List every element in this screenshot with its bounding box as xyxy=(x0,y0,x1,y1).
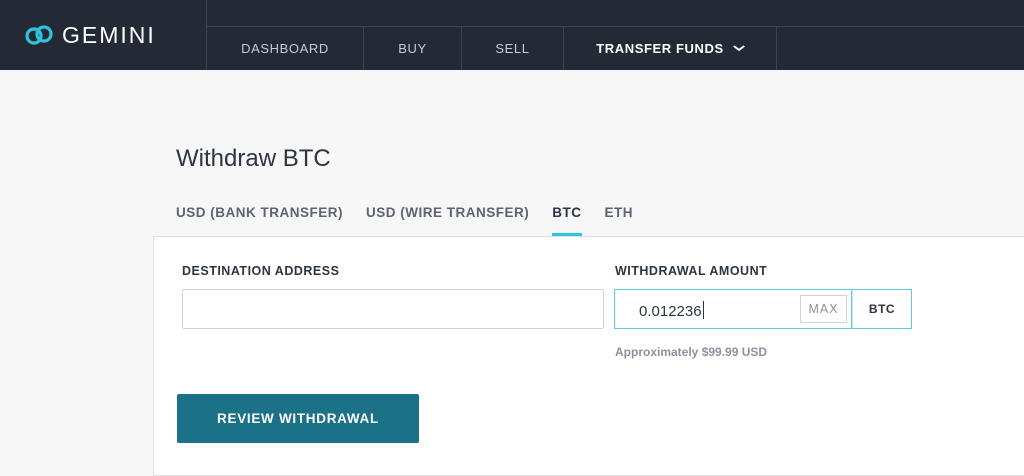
gemini-logo-icon xyxy=(25,25,53,45)
currency-tabs: USD (BANK TRANSFER) USD (WIRE TRANSFER) … xyxy=(176,205,656,237)
withdrawal-amount-value: 0.012236 xyxy=(639,301,704,320)
page-title: Withdraw BTC xyxy=(176,145,331,172)
review-withdrawal-button[interactable]: REVIEW WITHDRAWAL xyxy=(177,394,419,443)
currency-unit-label: BTC xyxy=(852,289,912,329)
gemini-logo[interactable]: GEMINI xyxy=(24,18,156,52)
tab-btc[interactable]: BTC xyxy=(552,205,582,237)
amount-text: 0.012236 xyxy=(639,303,702,320)
chevron-down-icon xyxy=(732,43,745,55)
top-navigation-bar: GEMINI DASHBOARD BUY SELL TRANSFER FUNDS xyxy=(0,0,1024,70)
destination-address-label: DESTINATION ADDRESS xyxy=(182,264,340,278)
nav-item-buy[interactable]: BUY xyxy=(364,27,462,70)
nav-item-label: DASHBOARD xyxy=(241,41,329,56)
nav-item-label: SELL xyxy=(495,41,530,56)
withdrawal-amount-input[interactable]: 0.012236 MAX xyxy=(614,289,852,329)
nav-item-sell[interactable]: SELL xyxy=(462,27,564,70)
destination-address-input[interactable] xyxy=(182,289,604,329)
nav-item-label: TRANSFER FUNDS xyxy=(596,41,724,56)
tab-eth[interactable]: ETH xyxy=(605,205,634,237)
text-cursor xyxy=(702,301,704,319)
nav-item-dashboard[interactable]: DASHBOARD xyxy=(207,27,364,70)
tab-usd-bank-transfer[interactable]: USD (BANK TRANSFER) xyxy=(176,205,343,237)
nav-item-transfer-funds[interactable]: TRANSFER FUNDS xyxy=(564,27,777,70)
tab-usd-wire-transfer[interactable]: USD (WIRE TRANSFER) xyxy=(366,205,529,237)
usd-approximation: Approximately $99.99 USD xyxy=(615,345,768,359)
max-button[interactable]: MAX xyxy=(800,295,847,323)
nav-item-label: BUY xyxy=(398,41,427,56)
withdrawal-amount-label: WITHDRAWAL AMOUNT xyxy=(615,264,768,278)
main-nav: DASHBOARD BUY SELL TRANSFER FUNDS xyxy=(207,27,777,70)
brand-wordmark: GEMINI xyxy=(62,21,156,48)
